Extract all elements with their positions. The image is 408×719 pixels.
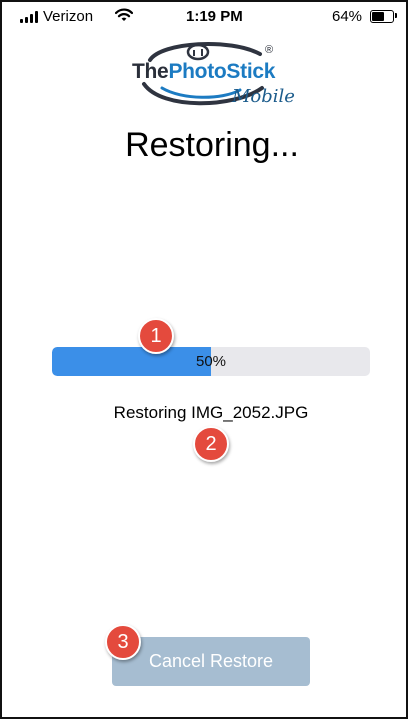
battery-percentage: 64% — [332, 8, 363, 25]
wifi-icon — [114, 8, 134, 26]
logo-text-the: The — [132, 60, 169, 83]
logo-wordmark: ThePhotoStick — [132, 60, 275, 84]
callout-marker-3: 3 — [105, 624, 141, 660]
logo-text-mobile: Mobile — [232, 86, 295, 107]
logo-text-photostick: PhotoStick — [168, 60, 276, 83]
page-title: Restoring... — [125, 126, 299, 164]
restore-progress-bar: 50% — [52, 347, 370, 376]
cancel-restore-button[interactable]: Cancel Restore — [112, 637, 310, 686]
progress-percentage: 50% — [195, 353, 227, 370]
status-time: 1:19 PM — [186, 8, 243, 25]
carrier-name: Verizon — [43, 8, 94, 25]
current-file-status: Restoring IMG_2052.JPG — [113, 403, 309, 422]
registered-mark: ® — [265, 44, 274, 56]
signal-strength-icon — [20, 11, 40, 23]
status-bar: Verizon 1:19 PM 64% — [2, 2, 406, 30]
phone-screen: Verizon 1:19 PM 64% ThePhotoStick ® Mobi… — [0, 0, 408, 719]
battery-level — [372, 12, 384, 21]
callout-marker-2: 2 — [193, 426, 229, 462]
battery-icon — [370, 10, 394, 23]
callout-marker-1: 1 — [138, 318, 174, 354]
battery-tip — [395, 13, 397, 18]
thephotostick-logo: ThePhotoStick ® Mobile — [122, 38, 295, 118]
